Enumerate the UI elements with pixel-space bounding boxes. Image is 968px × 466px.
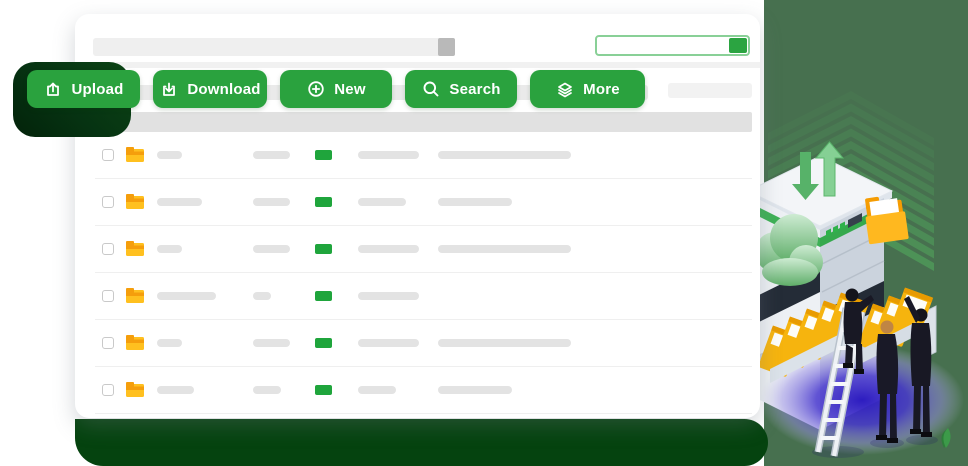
file-meta-placeholder (253, 151, 290, 159)
file-meta-placeholder (253, 198, 290, 206)
row-checkbox[interactable] (102, 290, 114, 302)
table-header-bar (95, 112, 752, 132)
file-meta-placeholder (358, 339, 419, 347)
window-divider (75, 62, 760, 68)
more-button[interactable]: More (530, 70, 645, 108)
row-checkbox[interactable] (102, 196, 114, 208)
plus-circle-icon (308, 81, 324, 97)
address-bar[interactable] (93, 38, 441, 56)
download-button[interactable]: Download (153, 70, 267, 108)
file-meta-placeholder (358, 245, 419, 253)
file-name-placeholder (157, 386, 194, 394)
table-row[interactable] (95, 320, 752, 367)
file-meta-placeholder (438, 339, 571, 347)
more-button-label: More (583, 80, 620, 98)
file-manager-promo-screen: Upload Download New Search More (0, 0, 968, 466)
status-badge (315, 197, 332, 207)
file-meta-placeholder (358, 292, 419, 300)
file-meta-placeholder (438, 198, 512, 206)
file-name-placeholder (157, 339, 182, 347)
background-bottom-band (75, 419, 768, 466)
status-badge (315, 150, 332, 160)
folder-icon (126, 147, 144, 162)
file-meta-placeholder (438, 386, 512, 394)
progress-bar-fill (729, 38, 747, 53)
file-name-placeholder (157, 245, 182, 253)
folder-icon (126, 241, 144, 256)
toolbar-extra-placeholder (668, 83, 752, 98)
progress-bar (595, 35, 750, 56)
search-button-label: Search (449, 80, 501, 98)
folder-icon (126, 382, 144, 397)
new-button[interactable]: New (280, 70, 392, 108)
file-meta-placeholder (253, 245, 290, 253)
status-badge (315, 385, 332, 395)
table-row[interactable] (95, 132, 752, 179)
table-row[interactable] (95, 273, 752, 320)
folder-icon (126, 288, 144, 303)
file-meta-placeholder (438, 151, 571, 159)
address-bar-handle (438, 38, 455, 56)
file-meta-placeholder (253, 386, 281, 394)
upload-button-label: Upload (71, 80, 124, 98)
file-meta-placeholder (438, 245, 571, 253)
folder-icon (126, 194, 144, 209)
table-row[interactable] (95, 226, 752, 273)
new-button-label: New (334, 80, 366, 98)
search-button[interactable]: Search (405, 70, 517, 108)
row-checkbox[interactable] (102, 337, 114, 349)
status-badge (315, 338, 332, 348)
table-rows (95, 132, 752, 414)
file-name-placeholder (157, 292, 216, 300)
row-checkbox[interactable] (102, 243, 114, 255)
layers-icon (558, 82, 573, 98)
file-name-placeholder (157, 198, 202, 206)
table-row[interactable] (95, 179, 752, 226)
file-meta-placeholder (253, 292, 271, 300)
background-green-panel (764, 0, 968, 466)
file-meta-placeholder (253, 339, 290, 347)
file-name-placeholder (157, 151, 182, 159)
download-icon (163, 82, 176, 96)
upload-icon (47, 82, 60, 96)
row-checkbox[interactable] (102, 384, 114, 396)
download-button-label: Download (187, 80, 261, 98)
folder-icon (126, 335, 144, 350)
file-meta-placeholder (358, 198, 406, 206)
file-meta-placeholder (358, 386, 396, 394)
status-badge (315, 244, 332, 254)
status-badge (315, 291, 332, 301)
search-icon (423, 81, 439, 97)
row-checkbox[interactable] (102, 149, 114, 161)
upload-button[interactable]: Upload (27, 70, 140, 108)
table-row[interactable] (95, 367, 752, 414)
file-meta-placeholder (358, 151, 419, 159)
